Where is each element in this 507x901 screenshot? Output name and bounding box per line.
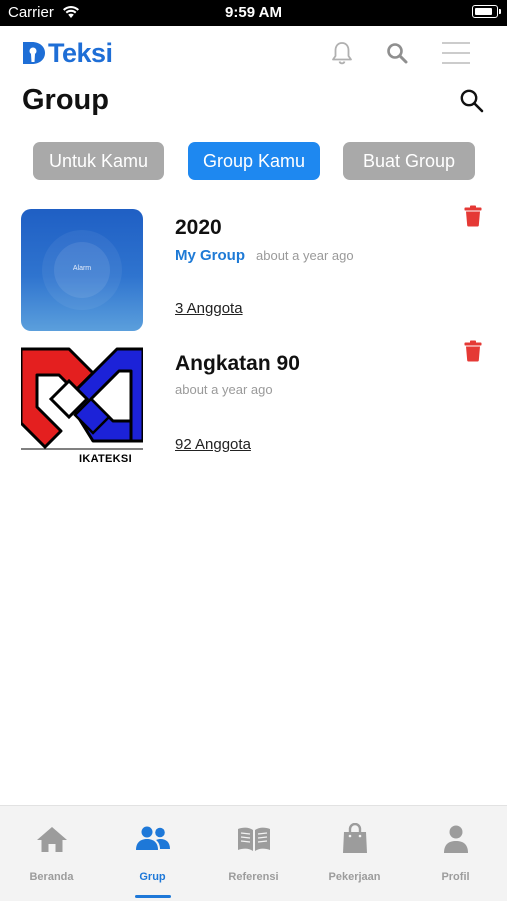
thumbnail-caption: Alarm: [72, 265, 92, 272]
user-icon: [405, 822, 506, 856]
tab-untuk-kamu[interactable]: Untuk Kamu: [33, 142, 164, 180]
group-name[interactable]: Angkatan 90: [175, 352, 300, 376]
nav-label: Referensi: [228, 871, 279, 883]
logo-text: Teksi: [48, 37, 113, 68]
group-thumbnail[interactable]: IKATEKSI: [21, 345, 143, 467]
tab-group-kamu[interactable]: Group Kamu: [188, 142, 320, 180]
nav-label: Pekerjaan: [328, 871, 381, 883]
search-icon[interactable]: [383, 39, 411, 67]
group-meta: My Group about a year ago: [175, 247, 354, 264]
group-filter-tabs: Untuk Kamu Group Kamu Buat Group: [0, 142, 507, 180]
logo-mark-icon: [23, 42, 45, 64]
clock: 9:59 AM: [225, 4, 282, 21]
page-title: Group: [22, 84, 109, 116]
nav-grup[interactable]: Grup: [102, 806, 203, 901]
nav-pekerjaan[interactable]: Pekerjaan: [304, 806, 405, 901]
tab-buat-group[interactable]: Buat Group: [343, 142, 475, 180]
delete-group-2-button[interactable]: [464, 340, 482, 362]
delete-group-1-button[interactable]: [464, 205, 482, 227]
group-search-icon[interactable]: [458, 87, 486, 115]
group-list-item[interactable]: Alarm 2020 My Group about a year ago 3 A…: [0, 205, 507, 331]
bell-icon[interactable]: [328, 39, 356, 67]
group-member-count[interactable]: 92 Anggota: [175, 436, 251, 453]
nav-label: Profil: [441, 871, 470, 883]
battery-icon: [472, 5, 501, 18]
nav-label: Grup: [139, 871, 166, 883]
trash-icon: [464, 205, 482, 227]
active-tab-indicator: [135, 895, 171, 898]
group-member-count[interactable]: 3 Anggota: [175, 300, 243, 317]
group-timestamp: about a year ago: [256, 248, 354, 263]
home-icon: [1, 822, 102, 856]
nav-referensi[interactable]: Referensi: [203, 806, 304, 901]
group-meta: about a year ago: [175, 382, 273, 397]
ikateksi-logo-text: IKATEKSI: [79, 453, 132, 465]
app-logo[interactable]: Teksi: [21, 37, 113, 69]
nav-profil[interactable]: Profil: [405, 806, 506, 901]
my-group-badge: My Group: [175, 247, 245, 264]
nav-label: Beranda: [29, 871, 74, 883]
bottom-navigation: Beranda Grup Referensi Pekerjaan Profil: [0, 805, 507, 901]
group-thumbnail[interactable]: Alarm: [21, 209, 143, 331]
trash-icon: [464, 340, 482, 362]
group-name[interactable]: 2020: [175, 216, 222, 240]
status-bar: Carrier 9:59 AM: [0, 0, 507, 26]
group-list-item[interactable]: IKATEKSI Angkatan 90 about a year ago 92…: [0, 340, 507, 467]
users-icon: [102, 822, 203, 856]
menu-icon[interactable]: [441, 39, 471, 67]
nav-beranda[interactable]: Beranda: [1, 806, 102, 901]
group-timestamp: about a year ago: [175, 382, 273, 397]
battery-level: [475, 8, 493, 15]
ikateksi-logo-image: [21, 345, 143, 467]
briefcase-icon: [304, 822, 405, 856]
book-icon: [203, 822, 304, 856]
